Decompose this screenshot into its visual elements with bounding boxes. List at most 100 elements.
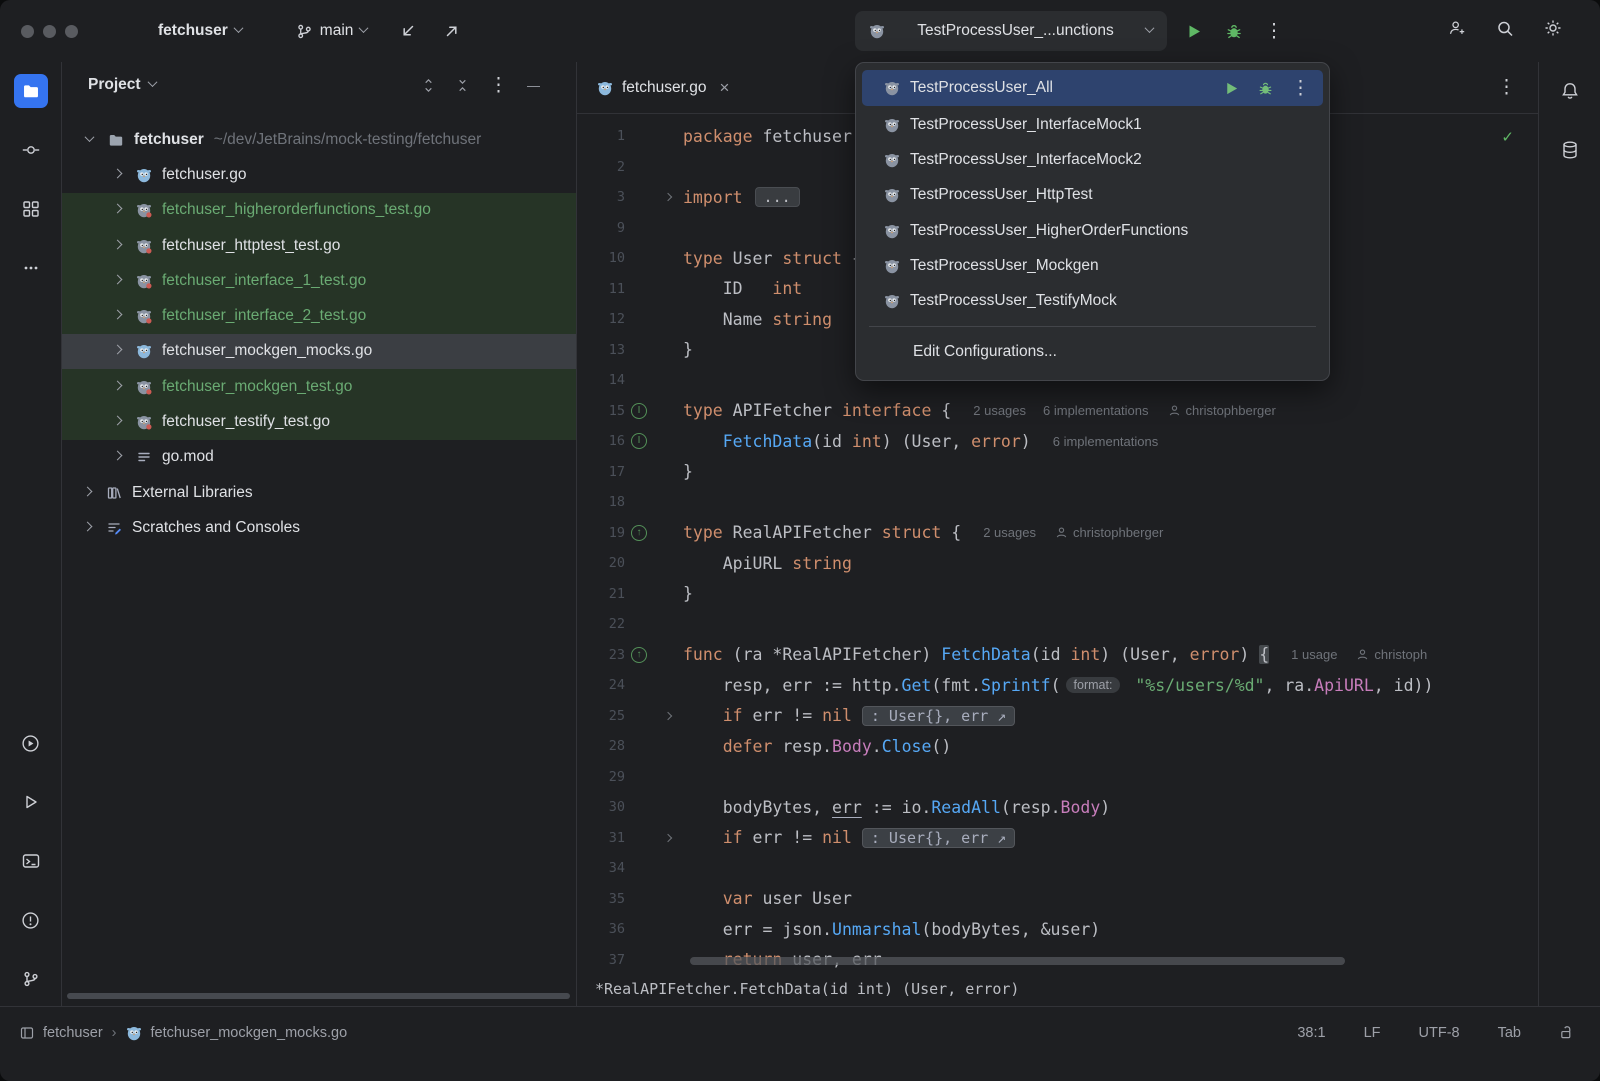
vcs-push-button[interactable] <box>435 14 469 48</box>
implemented-gutter-icon[interactable]: I <box>631 403 647 419</box>
run-config-item-selected[interactable]: TestProcessUser_All ⋮ <box>862 70 1323 106</box>
problems-tool-button[interactable] <box>14 903 48 937</box>
play-icon[interactable] <box>1223 80 1240 97</box>
line-separator-widget[interactable]: LF <box>1364 1025 1381 1041</box>
folded-return-badge[interactable]: : User{}, err ↗ <box>862 828 1015 848</box>
fold-chevron-icon[interactable] <box>664 834 672 842</box>
editor-context-bar[interactable]: *RealAPIFetcher.FetchData(id int) (User,… <box>577 972 1538 1006</box>
project-panel-title[interactable]: Project <box>88 76 141 94</box>
code-author-hint[interactable]: christophberger <box>1055 525 1163 540</box>
vcs-update-button[interactable] <box>391 14 425 48</box>
hide-panel-button[interactable]: — <box>527 78 540 93</box>
code-line[interactable]: 19↑type RealAPIFetcher struct {2 usagesc… <box>577 518 1538 549</box>
code-author-hint[interactable]: christophberger <box>1168 403 1276 418</box>
run-tool-button[interactable] <box>14 785 48 819</box>
zoom-window-button[interactable] <box>65 25 78 38</box>
implements-gutter-icon[interactable]: ↑ <box>631 647 647 663</box>
breadcrumb-project[interactable]: fetchuser <box>43 1025 103 1041</box>
database-tool-button[interactable] <box>1553 133 1587 167</box>
code-line[interactable]: 36 err = json.Unmarshal(bodyBytes, &user… <box>577 914 1538 945</box>
tree-item-file[interactable]: fetchuser_testify_test.go <box>62 404 576 439</box>
folded-return-badge[interactable]: : User{}, err ↗ <box>862 706 1015 726</box>
tree-item-root[interactable]: fetchuser~/dev/JetBrains/mock-testing/fe… <box>62 122 576 157</box>
code-line[interactable]: 25 if err != nil : User{}, err ↗ <box>577 701 1538 732</box>
window-controls[interactable] <box>21 25 78 38</box>
run-config-item[interactable]: TestProcessUser_InterfaceMock2 <box>856 142 1329 177</box>
code-with-me-button[interactable] <box>1440 11 1474 45</box>
implemented-gutter-icon[interactable]: I <box>631 433 647 449</box>
code-vision-hint[interactable]: 6 implementations <box>1053 434 1159 449</box>
code-line[interactable]: 35 var user User <box>577 884 1538 915</box>
run-config-selector[interactable]: TestProcessUser_...unctions <box>855 11 1167 51</box>
close-window-button[interactable] <box>21 25 34 38</box>
code-line[interactable]: 22 <box>577 609 1538 640</box>
editor-tab-fetchuser-go[interactable]: fetchuser.go × <box>585 62 741 113</box>
code-line[interactable]: 31 if err != nil : User{}, err ↗ <box>577 823 1538 854</box>
debug-button[interactable] <box>1217 14 1251 48</box>
code-line[interactable]: 16I FetchData(id int) (User, error)6 imp… <box>577 426 1538 457</box>
chevron-right-icon[interactable] <box>112 345 122 355</box>
panel-options-button[interactable]: ⋮ <box>489 76 508 95</box>
code-author-hint[interactable]: christoph <box>1356 647 1427 662</box>
code-line[interactable]: 21} <box>577 579 1538 610</box>
services-tool-button[interactable] <box>14 726 48 760</box>
indent-widget[interactable]: Tab <box>1498 1025 1521 1041</box>
code-line[interactable]: 23↑func (ra *RealAPIFetcher) FetchData(i… <box>577 640 1538 671</box>
tree-item-file[interactable]: fetchuser.go <box>62 157 576 192</box>
chevron-right-icon[interactable] <box>112 451 122 461</box>
chevron-right-icon[interactable] <box>112 380 122 390</box>
code-line[interactable]: 30 bodyBytes, err := io.ReadAll(resp.Bod… <box>577 792 1538 823</box>
fold-chevron-icon[interactable] <box>664 712 672 720</box>
code-line[interactable]: 34 <box>577 853 1538 884</box>
chevron-right-icon[interactable] <box>82 521 92 531</box>
more-tool-windows-button[interactable] <box>14 251 48 285</box>
chevron-right-icon[interactable] <box>112 204 122 214</box>
code-vision-hint[interactable]: 1 usage <box>1291 647 1337 662</box>
code-line[interactable]: 18 <box>577 487 1538 518</box>
expand-all-button[interactable] <box>421 78 436 93</box>
code-line[interactable]: 28 defer resp.Body.Close() <box>577 731 1538 762</box>
readonly-lock-widget[interactable] <box>1559 1025 1574 1040</box>
collapse-all-button[interactable] <box>455 78 470 93</box>
chevron-right-icon[interactable] <box>112 416 122 426</box>
settings-button[interactable] <box>1536 11 1570 45</box>
code-line[interactable]: 15Itype APIFetcher interface {2 usages6 … <box>577 396 1538 427</box>
encoding-widget[interactable]: UTF-8 <box>1419 1025 1460 1041</box>
code-line[interactable]: 20 ApiURL string <box>577 548 1538 579</box>
tree-item-node[interactable]: Scratches and Consoles <box>62 510 576 545</box>
chevron-right-icon[interactable] <box>112 239 122 249</box>
tree-item-file[interactable]: fetchuser_mockgen_mocks.go <box>62 334 576 369</box>
chevron-right-icon[interactable] <box>82 486 92 496</box>
tree-item-file[interactable]: fetchuser_interface_2_test.go <box>62 298 576 333</box>
version-control-tool-button[interactable] <box>14 962 48 996</box>
code-vision-hint[interactable]: 2 usages <box>973 403 1026 418</box>
code-line[interactable]: 24 resp, err := http.Get(fmt.Sprintf(for… <box>577 670 1538 701</box>
project-panel-hscrollbar[interactable] <box>67 993 570 999</box>
code-line[interactable]: 29 <box>577 762 1538 793</box>
run-config-item[interactable]: TestProcessUser_TestifyMock <box>856 283 1329 318</box>
structure-tool-button[interactable] <box>14 192 48 226</box>
breadcrumb-file[interactable]: fetchuser_mockgen_mocks.go <box>151 1025 348 1041</box>
tree-item-file[interactable]: fetchuser_higherorderfunctions_test.go <box>62 193 576 228</box>
notifications-button[interactable] <box>1553 74 1587 108</box>
folded-import-badge[interactable]: ... <box>755 187 800 207</box>
code-vision-hint[interactable]: 6 implementations <box>1043 403 1149 418</box>
more-run-actions-button[interactable]: ⋮ <box>1257 14 1291 48</box>
tree-item-file[interactable]: fetchuser_mockgen_test.go <box>62 369 576 404</box>
vcs-branch-widget[interactable]: main <box>288 16 376 46</box>
editor-options-button[interactable]: ⋮ <box>1497 78 1516 97</box>
caret-position-widget[interactable]: 38:1 <box>1297 1025 1325 1041</box>
tree-item-file[interactable]: go.mod <box>62 440 576 475</box>
commit-tool-button[interactable] <box>14 133 48 167</box>
chevron-right-icon[interactable] <box>112 274 122 284</box>
project-widget[interactable]: fetchuser <box>150 16 250 46</box>
implements-gutter-icon[interactable]: ↑ <box>631 525 647 541</box>
close-tab-icon[interactable]: × <box>719 78 729 98</box>
run-config-item[interactable]: TestProcessUser_HigherOrderFunctions <box>856 213 1329 248</box>
search-everywhere-button[interactable] <box>1488 11 1522 45</box>
chevron-right-icon[interactable] <box>112 168 122 178</box>
chevron-right-icon[interactable] <box>112 310 122 320</box>
chevron-down-icon[interactable] <box>147 77 157 87</box>
kebab-icon[interactable]: ⋮ <box>1291 79 1310 98</box>
tree-item-file[interactable]: fetchuser_interface_1_test.go <box>62 263 576 298</box>
